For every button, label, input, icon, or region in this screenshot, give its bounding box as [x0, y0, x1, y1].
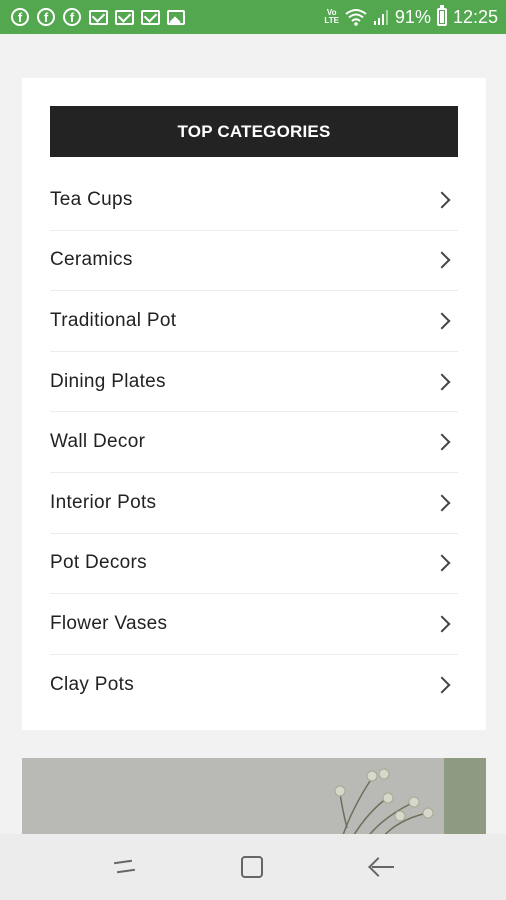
battery-percent: 91%: [394, 6, 431, 27]
category-label: Tea Cups: [50, 188, 133, 210]
mail-icon: [114, 7, 134, 27]
chevron-right-icon: [433, 251, 451, 269]
chevron-right-icon: [433, 433, 451, 451]
notification-icons: f f f: [10, 7, 186, 27]
chevron-right-icon: [433, 494, 451, 512]
category-label: Clay Pots: [50, 674, 135, 696]
category-label: Flower Vases: [50, 612, 168, 634]
category-item-clay-pots[interactable]: Clay Pots: [50, 655, 458, 716]
system-nav-bar: [0, 834, 506, 900]
top-categories-card: TOP CATEGORIES Tea Cups Ceramics Traditi…: [22, 78, 486, 730]
wifi-icon: [345, 9, 367, 26]
category-item-interior-pots[interactable]: Interior Pots: [50, 473, 458, 534]
category-label: Traditional Pot: [50, 309, 177, 331]
category-label: Ceramics: [50, 249, 133, 271]
chevron-right-icon: [433, 191, 451, 209]
mail-icon: [88, 7, 108, 27]
categories-title: TOP CATEGORIES: [50, 106, 458, 157]
chevron-right-icon: [433, 615, 451, 633]
status-bar: f f f Vo LTE 91% 12:25: [0, 0, 506, 34]
facebook-icon: f: [62, 7, 82, 27]
dried-flowers-graphic: [334, 768, 434, 838]
facebook-icon: f: [10, 7, 30, 27]
chevron-right-icon: [433, 312, 451, 330]
chevron-right-icon: [433, 676, 451, 694]
battery-icon: [436, 5, 447, 26]
category-item-tea-cups[interactable]: Tea Cups: [50, 170, 458, 231]
promo-banner-image[interactable]: [22, 758, 486, 838]
home-icon[interactable]: [240, 856, 263, 878]
category-item-wall-decor[interactable]: Wall Decor: [50, 412, 458, 473]
category-item-ceramics[interactable]: Ceramics: [50, 231, 458, 292]
chevron-right-icon: [433, 373, 451, 391]
category-list: Tea Cups Ceramics Traditional Pot Dining…: [50, 170, 458, 715]
clock: 12:25: [452, 6, 498, 27]
category-label: Wall Decor: [50, 431, 146, 453]
category-item-dining-plates[interactable]: Dining Plates: [50, 352, 458, 413]
back-arrow-icon[interactable]: [368, 856, 394, 878]
category-item-flower-vases[interactable]: Flower Vases: [50, 594, 458, 655]
signal-icon: [373, 10, 388, 25]
category-label: Pot Decors: [50, 552, 147, 574]
mail-icon: [140, 7, 160, 27]
category-label: Interior Pots: [50, 491, 157, 513]
chevron-right-icon: [433, 554, 451, 572]
system-status: Vo LTE 91% 12:25: [324, 5, 498, 28]
category-item-traditional-pot[interactable]: Traditional Pot: [50, 291, 458, 352]
facebook-icon: f: [36, 7, 56, 27]
volte-icon: Vo LTE: [324, 8, 339, 25]
category-item-pot-decors[interactable]: Pot Decors: [50, 534, 458, 595]
image-icon: [166, 7, 186, 27]
recent-apps-icon[interactable]: [112, 856, 136, 878]
category-label: Dining Plates: [50, 370, 166, 392]
